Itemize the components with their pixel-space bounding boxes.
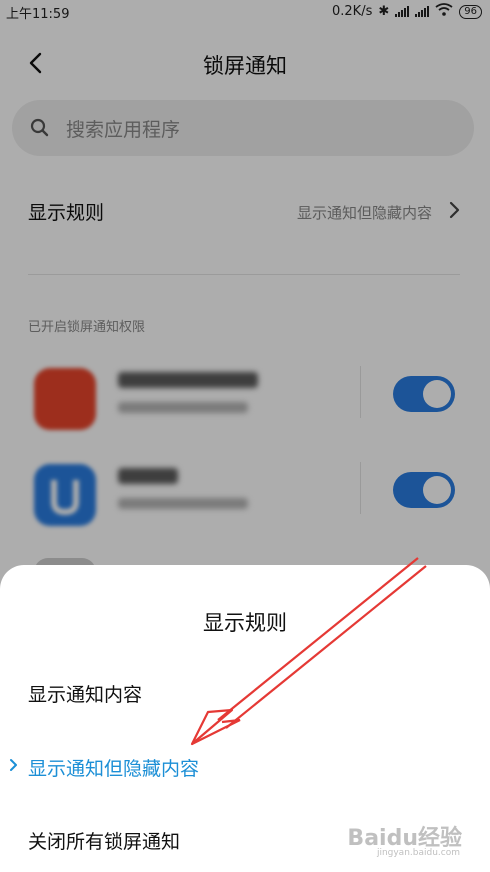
sheet-title: 显示规则 bbox=[203, 611, 287, 635]
chevron-right-icon bbox=[8, 757, 20, 773]
option-show-content[interactable]: 显示通知内容 bbox=[28, 680, 142, 707]
option-hide-content[interactable]: 显示通知但隐藏内容 bbox=[28, 754, 199, 781]
baidu-watermark-url: jingyan.baidu.com bbox=[376, 848, 460, 858]
option-disable-all[interactable]: 关闭所有锁屏通知 bbox=[28, 827, 180, 854]
lock-screen-notification-page: 上午11:59 0.2K/s ✱ 96 锁屏通知 搜索应用程序 显示规则 显示通… bbox=[0, 0, 490, 872]
